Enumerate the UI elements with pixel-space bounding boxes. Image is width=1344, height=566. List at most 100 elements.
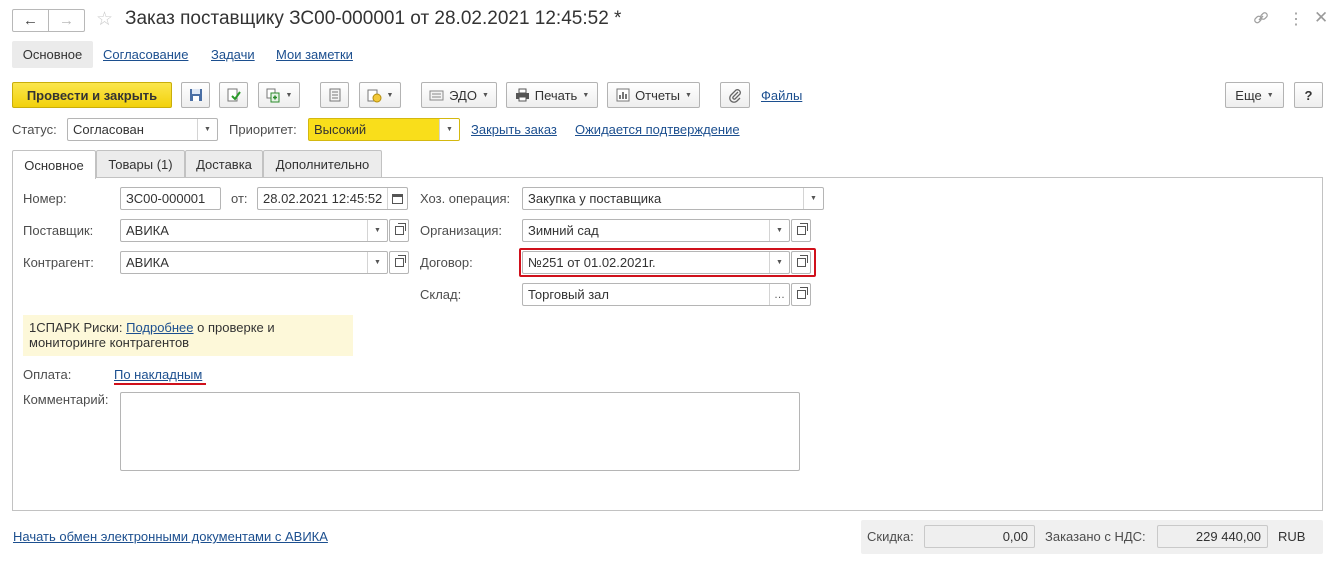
more-button[interactable]: Еще ▼ (1225, 82, 1284, 108)
contract-label: Договор: (420, 255, 473, 270)
create-based-on-button[interactable]: ▼ (258, 82, 300, 108)
start-edo-exchange-link[interactable]: Начать обмен электронными документами с … (13, 529, 328, 544)
close-order-link[interactable]: Закрыть заказ (471, 122, 557, 137)
open-counterparty-button[interactable] (389, 251, 409, 274)
open-supplier-button[interactable] (389, 219, 409, 242)
reports-button[interactable]: Отчеты ▼ (607, 82, 700, 108)
date-value: 28.02.2021 12:45:52 (263, 191, 383, 206)
attach-file-button[interactable] (720, 82, 750, 108)
ordered-with-vat-field: 229 440,00 (1157, 525, 1268, 548)
spark-details-link[interactable]: Подробнее (126, 320, 193, 335)
open-warehouse-button[interactable] (791, 283, 811, 306)
priority-label: Приоритет: (229, 122, 297, 137)
chevron-down-icon[interactable]: ▼ (439, 119, 459, 140)
print-label: Печать (534, 87, 578, 103)
open-icon (796, 223, 808, 235)
operation-value: Закупка у поставщика (528, 191, 662, 206)
warehouse-field[interactable]: Торговый зал … (522, 283, 790, 306)
section-main[interactable]: Основное (12, 41, 93, 68)
currency-label: RUB (1278, 529, 1306, 544)
number-field[interactable]: ЗС00-000001 (120, 187, 221, 210)
print-button[interactable]: Печать ▼ (506, 82, 598, 108)
chevron-down-icon: ▼ (582, 91, 590, 99)
counterparty-label: Контрагент: (23, 255, 94, 270)
journal-icon (327, 88, 342, 103)
section-tasks-link[interactable]: Задачи (211, 47, 255, 62)
files-link[interactable]: Файлы (761, 88, 802, 103)
chevron-down-icon: ▼ (481, 91, 489, 99)
date-field[interactable]: 28.02.2021 12:45:52 (257, 187, 408, 210)
chevron-down-icon[interactable]: ▼ (803, 188, 823, 209)
spark-line2: мониторинге контрагентов (29, 335, 190, 350)
priority-value: Высокий (314, 122, 367, 137)
open-icon (394, 255, 406, 267)
chevron-down-icon[interactable]: ▼ (769, 220, 789, 241)
section-notes-link[interactable]: Мои заметки (276, 47, 353, 62)
link-icon[interactable] (1253, 10, 1269, 30)
counterparty-value: АВИКА (126, 255, 169, 270)
chevron-down-icon[interactable]: ▼ (367, 220, 387, 241)
discount-field: 0,00 (924, 525, 1035, 548)
status-value: Согласован (73, 122, 144, 137)
save-button[interactable] (181, 82, 210, 108)
close-icon[interactable]: ✕ (1314, 8, 1328, 28)
tab-goods[interactable]: Товары (1) (96, 150, 185, 178)
operation-label: Хоз. операция: (420, 191, 511, 206)
number-value: ЗС00-000001 (126, 191, 206, 206)
warehouse-label: Склад: (420, 287, 462, 302)
tab-main[interactable]: Основное (12, 150, 96, 179)
kebab-menu-icon[interactable]: ⋮ (1288, 9, 1304, 29)
ordered-with-vat-label: Заказано с НДС: (1045, 529, 1146, 544)
calendar-icon[interactable] (387, 188, 407, 209)
reports-icon (615, 88, 630, 103)
edo-button[interactable]: ЭДО ▼ (421, 82, 497, 108)
payment-terms-link[interactable]: По накладным (114, 367, 202, 382)
counterparty-field[interactable]: АВИКА ▼ (120, 251, 388, 274)
post-document-icon (226, 88, 241, 103)
organization-value: Зимний сад (528, 223, 599, 238)
organization-label: Организация: (420, 223, 503, 238)
open-organization-button[interactable] (791, 219, 811, 242)
related-documents-button[interactable]: ▼ (359, 82, 401, 108)
awaiting-confirmation-link[interactable]: Ожидается подтверждение (575, 122, 740, 137)
post-button[interactable] (219, 82, 248, 108)
discount-label: Скидка: (867, 529, 914, 544)
operation-select[interactable]: Закупка у поставщика ▼ (522, 187, 824, 210)
payment-highlight-underline (114, 383, 206, 385)
chevron-down-icon: ▼ (285, 91, 293, 99)
number-label: Номер: (23, 191, 67, 206)
date-from-label: от: (231, 191, 248, 206)
supplier-value: АВИКА (126, 223, 169, 238)
spark-suffix: о проверке и (193, 320, 275, 335)
edo-label: ЭДО (449, 87, 477, 103)
status-select[interactable]: Согласован ▼ (67, 118, 218, 141)
back-button[interactable]: ← (12, 9, 49, 32)
paperclip-icon (728, 88, 743, 103)
comment-textarea[interactable] (120, 392, 800, 471)
chevron-down-icon: ▼ (386, 91, 394, 99)
tab-delivery[interactable]: Доставка (185, 150, 263, 178)
star-icon[interactable]: ☆ (96, 8, 113, 31)
payment-label: Оплата: (23, 367, 72, 382)
chevron-down-icon[interactable]: ▼ (197, 119, 217, 140)
supplier-field[interactable]: АВИКА ▼ (120, 219, 388, 242)
related-docs-icon (367, 88, 382, 103)
tab-additional[interactable]: Дополнительно (263, 150, 382, 178)
forward-button[interactable]: → (48, 9, 85, 32)
document-journal-button[interactable] (320, 82, 349, 108)
help-button[interactable]: ? (1294, 82, 1323, 108)
open-icon (796, 287, 808, 299)
arrow-right-icon: → (59, 12, 74, 29)
chevron-down-icon: ▼ (685, 91, 692, 99)
warehouse-value: Торговый зал (528, 287, 609, 302)
edo-icon (429, 88, 444, 103)
priority-select[interactable]: Высокий ▼ (308, 118, 460, 141)
chevron-down-icon[interactable]: ▼ (367, 252, 387, 273)
section-approval-link[interactable]: Согласование (103, 47, 188, 62)
organization-field[interactable]: Зимний сад ▼ (522, 219, 790, 242)
ellipsis-icon[interactable]: … (769, 284, 789, 305)
create-based-icon (266, 88, 281, 103)
post-and-close-button[interactable]: Провести и закрыть (12, 82, 172, 108)
printer-icon (515, 88, 530, 103)
reports-label: Отчеты (635, 87, 680, 103)
